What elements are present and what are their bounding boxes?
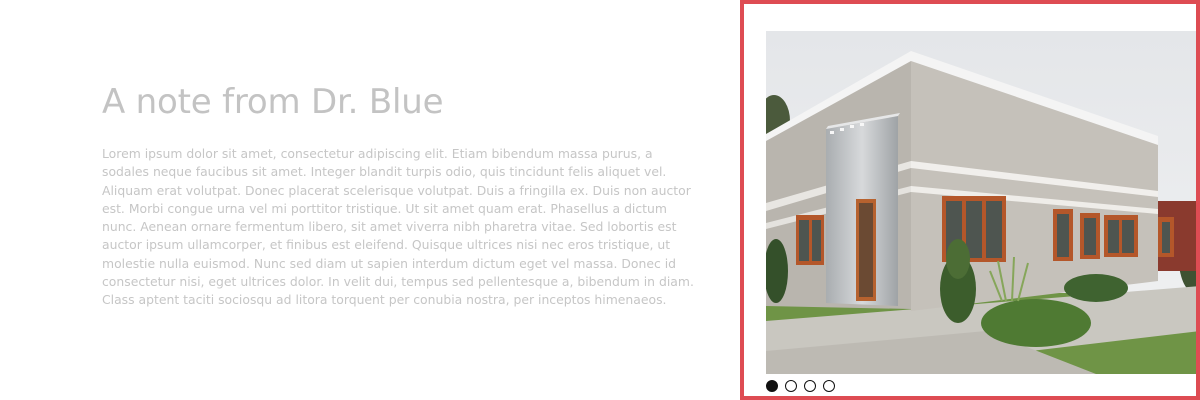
slide-dot-4[interactable] bbox=[823, 380, 835, 392]
slide-dot-2[interactable] bbox=[785, 380, 797, 392]
slideshow bbox=[740, 0, 1200, 400]
note-body: Lorem ipsum dolor sit amet, consectetur … bbox=[102, 146, 694, 308]
page: A note from Dr. Blue Lorem ipsum dolor s… bbox=[0, 0, 1200, 400]
slide-dot-3[interactable] bbox=[804, 380, 816, 392]
note-section: A note from Dr. Blue Lorem ipsum dolor s… bbox=[102, 80, 712, 310]
building-photo bbox=[766, 31, 1196, 374]
slide-indicators bbox=[766, 378, 835, 394]
slide-dot-1[interactable] bbox=[766, 380, 778, 392]
note-title: A note from Dr. Blue bbox=[102, 82, 444, 122]
slide-image[interactable] bbox=[766, 31, 1196, 374]
